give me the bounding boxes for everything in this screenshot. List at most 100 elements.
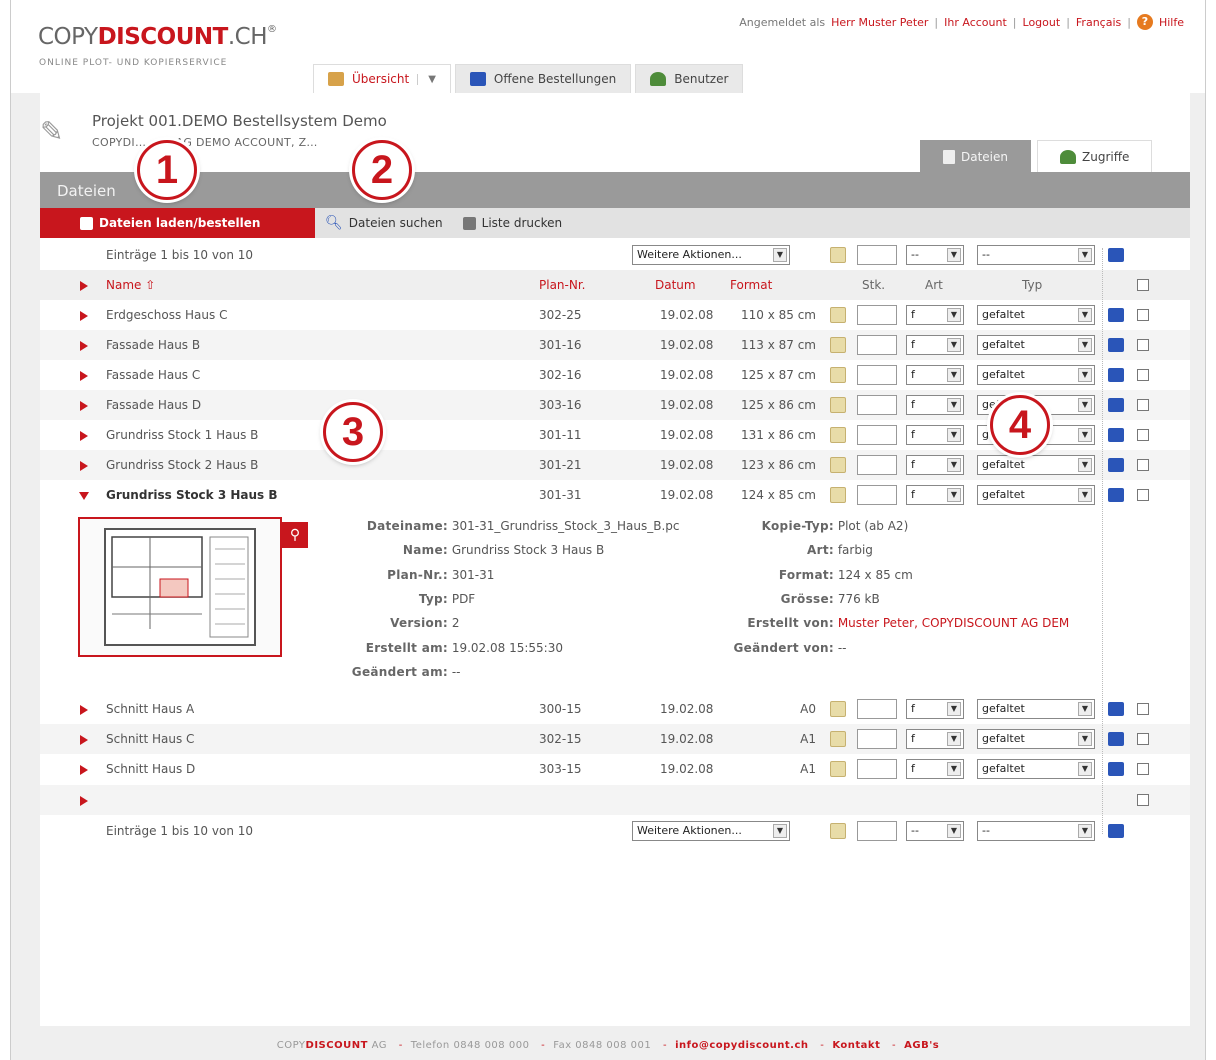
- bulk-quantity-input[interactable]: [857, 821, 897, 841]
- typ-select[interactable]: gefaltet▼: [977, 699, 1095, 719]
- row-name[interactable]: Grundriss Stock 1 Haus B: [106, 420, 258, 450]
- expand-icon[interactable]: [80, 341, 88, 351]
- quantity-input[interactable]: [857, 729, 897, 749]
- typ-select[interactable]: gefaltet▼: [977, 365, 1095, 385]
- quantity-input[interactable]: [857, 365, 897, 385]
- cart-icon[interactable]: [1108, 702, 1124, 716]
- row-checkbox[interactable]: [1137, 489, 1149, 501]
- footer-email-link[interactable]: info@copydiscount.ch: [675, 1040, 808, 1051]
- row-name[interactable]: Schnitt Haus C: [106, 724, 194, 754]
- row-checkbox[interactable]: [1137, 733, 1149, 745]
- quantity-input[interactable]: [857, 455, 897, 475]
- column-date[interactable]: Datum: [655, 270, 696, 300]
- art-select[interactable]: f ▼: [906, 699, 964, 719]
- cart-icon[interactable]: [1108, 338, 1124, 352]
- cart-icon[interactable]: [1108, 368, 1124, 382]
- chevron-down-icon[interactable]: ▼: [417, 73, 436, 85]
- row-checkbox[interactable]: [1137, 459, 1149, 471]
- cart-icon[interactable]: [1108, 762, 1124, 776]
- row-name[interactable]: Schnitt Haus A: [106, 694, 194, 724]
- row-checkbox[interactable]: [1137, 429, 1149, 441]
- expand-icon[interactable]: [80, 431, 88, 441]
- row-name[interactable]: Schnitt Haus D: [106, 754, 195, 784]
- table-row[interactable]: Schnitt Haus D 303-15 19.02.08 A1 f ▼ gefaltet…: [40, 754, 1190, 784]
- typ-select[interactable]: gefaltet▼: [977, 729, 1095, 749]
- expand-icon[interactable]: [80, 311, 88, 321]
- logo[interactable]: COPYDISCOUNT.CH®: [38, 24, 277, 50]
- quantity-input[interactable]: [857, 485, 897, 505]
- print-list-button[interactable]: Liste drucken: [453, 208, 572, 238]
- expand-icon[interactable]: [80, 796, 88, 806]
- typ-select[interactable]: gefaltet▼: [977, 455, 1095, 475]
- art-select[interactable]: f ▼: [906, 425, 964, 445]
- footer-agb-link[interactable]: AGB's: [904, 1040, 939, 1051]
- quantity-input[interactable]: [857, 759, 897, 779]
- row-checkbox[interactable]: [1137, 369, 1149, 381]
- row-name[interactable]: Grundriss Stock 3 Haus B: [106, 480, 278, 510]
- edit-icon[interactable]: [830, 457, 846, 473]
- edit-icon[interactable]: [830, 247, 846, 263]
- edit-icon[interactable]: [830, 823, 846, 839]
- logout-link[interactable]: Logout: [1023, 16, 1061, 29]
- expand-all-icon[interactable]: [80, 281, 88, 291]
- table-row[interactable]: Erdgeschoss Haus C 302-25 19.02.08 110 x 85…: [40, 300, 1190, 330]
- edit-icon[interactable]: [830, 397, 846, 413]
- quantity-input[interactable]: [857, 335, 897, 355]
- edit-icon[interactable]: [830, 701, 846, 717]
- more-actions-select[interactable]: Weitere Aktionen... ▼: [632, 245, 790, 265]
- edit-icon[interactable]: [830, 337, 846, 353]
- typ-select[interactable]: gefaltet▼: [977, 335, 1095, 355]
- user-link[interactable]: Herr Muster Peter: [831, 16, 928, 29]
- cart-icon[interactable]: [1108, 398, 1124, 412]
- expand-icon[interactable]: [80, 705, 88, 715]
- account-link[interactable]: Ihr Account: [944, 16, 1007, 29]
- edit-icon[interactable]: [830, 427, 846, 443]
- quantity-input[interactable]: [857, 699, 897, 719]
- row-name[interactable]: Erdgeschoss Haus C: [106, 300, 227, 330]
- expand-icon[interactable]: [80, 461, 88, 471]
- row-checkbox[interactable]: [1137, 703, 1149, 715]
- cart-icon[interactable]: [1108, 732, 1124, 746]
- bulk-typ-select[interactable]: -- ▼: [977, 821, 1095, 841]
- typ-select[interactable]: gefaltet▼: [977, 485, 1095, 505]
- art-select[interactable]: f ▼: [906, 485, 964, 505]
- row-checkbox[interactable]: [1137, 763, 1149, 775]
- expand-icon[interactable]: [80, 765, 88, 775]
- collapse-icon[interactable]: [79, 492, 89, 500]
- cart-icon[interactable]: [1108, 458, 1124, 472]
- search-files-button[interactable]: 🔍︎ Dateien suchen: [315, 208, 453, 238]
- language-link[interactable]: Français: [1076, 16, 1121, 29]
- edit-icon[interactable]: [830, 761, 846, 777]
- tab-access[interactable]: Zugriffe: [1037, 140, 1153, 172]
- tab-users[interactable]: Benutzer: [635, 64, 744, 93]
- row-checkbox[interactable]: [1137, 399, 1149, 411]
- column-format[interactable]: Format: [730, 270, 772, 300]
- table-row[interactable]: Grundriss Stock 3 Haus B 301-31 19.02.08 12…: [40, 480, 1190, 510]
- bulk-art-select[interactable]: -- ▼: [906, 245, 964, 265]
- art-select[interactable]: f ▼: [906, 729, 964, 749]
- art-select[interactable]: f ▼: [906, 455, 964, 475]
- expand-icon[interactable]: [80, 735, 88, 745]
- column-plan[interactable]: Plan-Nr.: [539, 270, 585, 300]
- cart-icon[interactable]: [1108, 248, 1124, 262]
- art-select[interactable]: f ▼: [906, 305, 964, 325]
- row-name[interactable]: Fassade Haus B: [106, 330, 200, 360]
- help-icon[interactable]: ?: [1136, 14, 1153, 30]
- art-select[interactable]: f ▼: [906, 365, 964, 385]
- table-row[interactable]: Fassade Haus C 302-16 19.02.08 125 x 87 cm f…: [40, 360, 1190, 390]
- table-row[interactable]: Fassade Haus B 301-16 19.02.08 113 x 87 cm f…: [40, 330, 1190, 360]
- footer-contact-link[interactable]: Kontakt: [832, 1040, 880, 1051]
- row-checkbox[interactable]: [1137, 309, 1149, 321]
- edit-icon[interactable]: [830, 367, 846, 383]
- quantity-input[interactable]: [857, 305, 897, 325]
- tab-files[interactable]: Dateien: [920, 140, 1032, 172]
- art-select[interactable]: f ▼: [906, 395, 964, 415]
- cart-icon[interactable]: [1108, 824, 1124, 838]
- cart-icon[interactable]: [1108, 488, 1124, 502]
- tab-open-orders[interactable]: Offene Bestellungen: [454, 64, 632, 93]
- row-checkbox[interactable]: [1137, 794, 1149, 806]
- plan-thumbnail[interactable]: [78, 517, 282, 657]
- expand-icon[interactable]: [80, 371, 88, 381]
- art-select[interactable]: f ▼: [906, 335, 964, 355]
- cart-icon[interactable]: [1108, 308, 1124, 322]
